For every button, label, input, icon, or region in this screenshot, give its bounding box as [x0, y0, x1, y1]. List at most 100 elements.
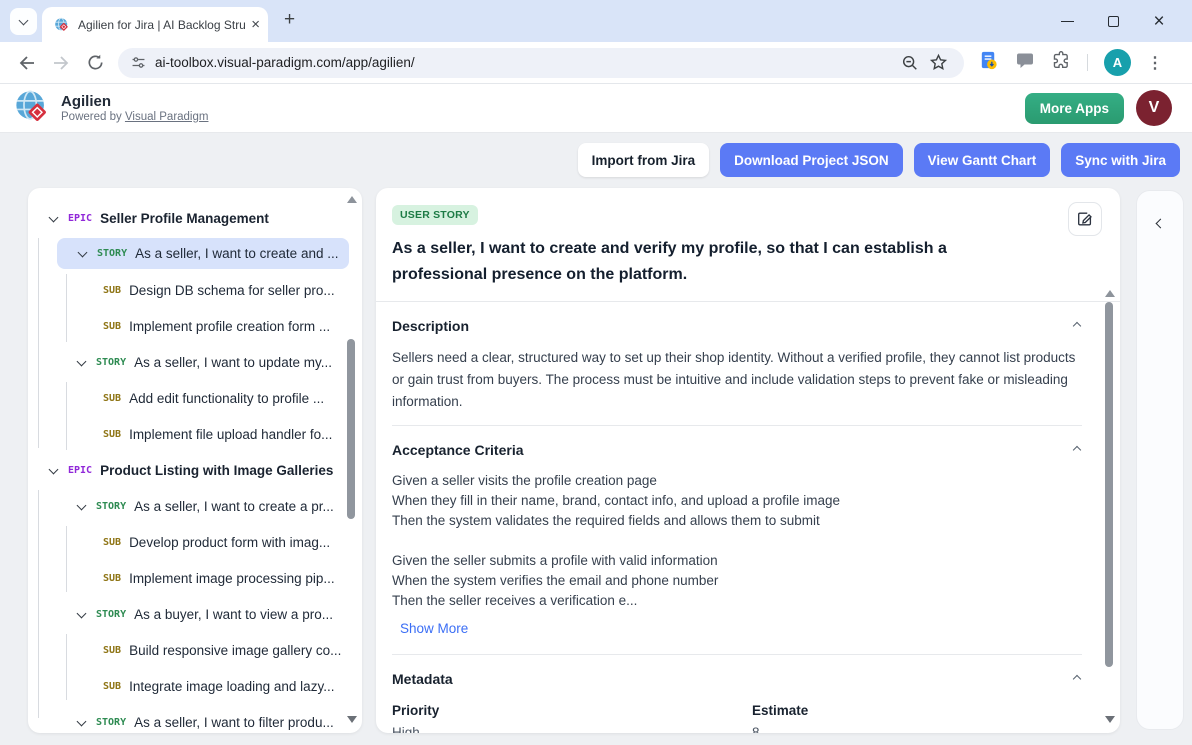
tree-item-label: As a seller, I want to create a pr... [134, 499, 334, 514]
url-bar[interactable]: ai-toolbox.visual-paradigm.com/app/agili… [118, 48, 964, 78]
detail-scrollbar[interactable] [1103, 290, 1115, 723]
edit-button[interactable] [1068, 202, 1102, 236]
chevron-down-icon[interactable] [74, 612, 88, 617]
tree-indent-guide [66, 634, 67, 700]
tree-item-type-tag: SUB [103, 321, 121, 332]
browser-toolbar: ai-toolbox.visual-paradigm.com/app/agili… [0, 42, 1192, 84]
chevron-up-icon[interactable] [1073, 675, 1081, 683]
scrollbar-thumb[interactable] [1105, 302, 1113, 667]
action-bar: Import from Jira Download Project JSON V… [578, 143, 1180, 177]
chevron-down-icon[interactable] [74, 504, 88, 509]
chevron-up-icon[interactable] [1073, 446, 1081, 454]
tree-indent-guide [66, 526, 67, 592]
download-extension-button[interactable] [978, 50, 999, 76]
metadata-field-label: Priority [392, 703, 752, 718]
user-avatar[interactable]: V [1136, 90, 1172, 126]
tree-scrollbar[interactable] [345, 196, 357, 723]
tree-item-type-tag: STORY [96, 357, 126, 368]
action-button[interactable]: Sync with Jira [1061, 143, 1180, 177]
back-button[interactable] [10, 46, 44, 80]
powered-by-prefix: Powered by [61, 111, 125, 123]
tree-item[interactable]: SUB Implement image processing pip... [28, 560, 362, 596]
tree-item[interactable]: SUB Design DB schema for seller pro... [28, 272, 362, 308]
scroll-up-icon[interactable] [1105, 290, 1115, 297]
tree-item[interactable]: SUB Add edit functionality to profile ..… [28, 380, 362, 416]
window-maximize-button[interactable] [1090, 16, 1136, 27]
tree-item[interactable]: SUB Build responsive image gallery co... [28, 632, 362, 668]
window-minimize-button[interactable] [1044, 21, 1090, 22]
show-more-link[interactable]: Show More [400, 618, 468, 640]
visual-paradigm-link[interactable]: Visual Paradigm [125, 111, 209, 123]
tree-item[interactable]: STORY As a seller, I want to create a pr… [28, 488, 362, 524]
metadata-heading: Metadata [392, 671, 453, 687]
forward-button[interactable] [44, 46, 78, 80]
browser-tab[interactable]: Agilien for Jira | AI Backlog Stru × [42, 7, 268, 42]
tree-item-label: Develop product form with imag... [129, 535, 330, 550]
tree-item[interactable]: STORY As a buyer, I want to view a pro..… [28, 596, 362, 632]
window-close-button[interactable]: × [1136, 12, 1182, 31]
chevron-up-icon[interactable] [1073, 322, 1081, 330]
action-button[interactable]: View Gantt Chart [914, 143, 1051, 177]
chevron-down-icon[interactable] [75, 251, 89, 256]
metadata-field-value: 8 [752, 725, 1082, 733]
description-text: Sellers need a clear, structured way to … [392, 347, 1082, 413]
tree-item[interactable]: EPIC Seller Profile Management [28, 200, 362, 236]
metadata-section-header[interactable]: Metadata [392, 671, 1082, 687]
extensions-button[interactable] [1051, 50, 1071, 75]
action-button[interactable]: Download Project JSON [720, 143, 903, 177]
tree-item-label: As a buyer, I want to view a pro... [134, 607, 333, 622]
issue-type-badge: USER STORY [392, 205, 478, 225]
acceptance-line: Then the system validates the required f… [392, 511, 1082, 531]
maximize-icon [1108, 16, 1119, 27]
window-controls: × [1044, 0, 1182, 42]
chevron-down-icon[interactable] [46, 468, 60, 473]
chevron-down-icon [19, 15, 29, 25]
chevron-down-icon[interactable] [74, 360, 88, 365]
tree-item[interactable]: STORY As a seller, I want to filter prod… [28, 704, 362, 733]
zoom-out-button[interactable] [896, 46, 924, 80]
acceptance-section-header[interactable]: Acceptance Criteria [392, 442, 1082, 458]
tree-item[interactable]: SUB Implement file upload handler fo... [28, 416, 362, 452]
toolbar-divider [1087, 54, 1088, 71]
detail-body: Description Sellers need a clear, struct… [376, 302, 1120, 733]
tree-item-label: Implement profile creation form ... [129, 319, 330, 334]
new-tab-button[interactable]: + [284, 9, 295, 31]
bookmark-button[interactable] [924, 46, 952, 80]
scrollbar-thumb[interactable] [347, 339, 355, 519]
chevron-down-icon[interactable] [46, 216, 60, 221]
tree-item[interactable]: STORY As a seller, I want to create and … [57, 238, 349, 269]
scroll-up-icon[interactable] [347, 196, 357, 203]
detail-header: USER STORY As a seller, I want to create… [376, 188, 1120, 302]
tree-item[interactable]: SUB Develop product form with imag... [28, 524, 362, 560]
more-apps-button[interactable]: More Apps [1025, 93, 1124, 124]
action-button[interactable]: Import from Jira [578, 143, 710, 177]
metadata-field-label: Estimate [752, 703, 1082, 718]
chat-extension-button[interactable] [1015, 50, 1035, 75]
app-titles: Agilien Powered by Visual Paradigm [61, 93, 208, 123]
reload-button[interactable] [78, 46, 112, 80]
tree-item-type-tag: SUB [103, 285, 121, 296]
tree-item-type-tag: SUB [103, 573, 121, 584]
tree-item[interactable]: SUB Implement profile creation form ... [28, 308, 362, 344]
tree-item-label: Implement file upload handler fo... [129, 427, 332, 442]
tree-item[interactable]: EPIC Product Listing with Image Gallerie… [28, 452, 362, 488]
expand-panel-button[interactable] [1150, 213, 1170, 233]
tree-item-type-tag: EPIC [68, 465, 92, 476]
tree-indent-guide [66, 382, 67, 450]
tab-close-icon[interactable]: × [251, 17, 260, 32]
scroll-down-icon[interactable] [347, 716, 357, 723]
browser-profile-avatar[interactable]: A [1104, 49, 1131, 76]
acceptance-line: When the system verifies the email and p… [392, 571, 1082, 591]
acceptance-line: Given the seller submits a profile with … [392, 551, 1082, 571]
tab-title: Agilien for Jira | AI Backlog Stru [78, 18, 245, 32]
tree-indent-guide [38, 490, 39, 718]
browser-menu-button[interactable]: ⋮ [1147, 53, 1163, 73]
scroll-down-icon[interactable] [1105, 716, 1115, 723]
tree-item[interactable]: SUB Integrate image loading and lazy... [28, 668, 362, 704]
tree-item[interactable]: STORY As a seller, I want to update my..… [28, 344, 362, 380]
metadata-section: Metadata Priority High Estimate 8 T [392, 654, 1082, 733]
tree-item-type-tag: STORY [96, 609, 126, 620]
chevron-down-icon[interactable] [74, 720, 88, 725]
description-section-header[interactable]: Description [392, 318, 1082, 334]
tab-search-button[interactable] [10, 8, 37, 35]
